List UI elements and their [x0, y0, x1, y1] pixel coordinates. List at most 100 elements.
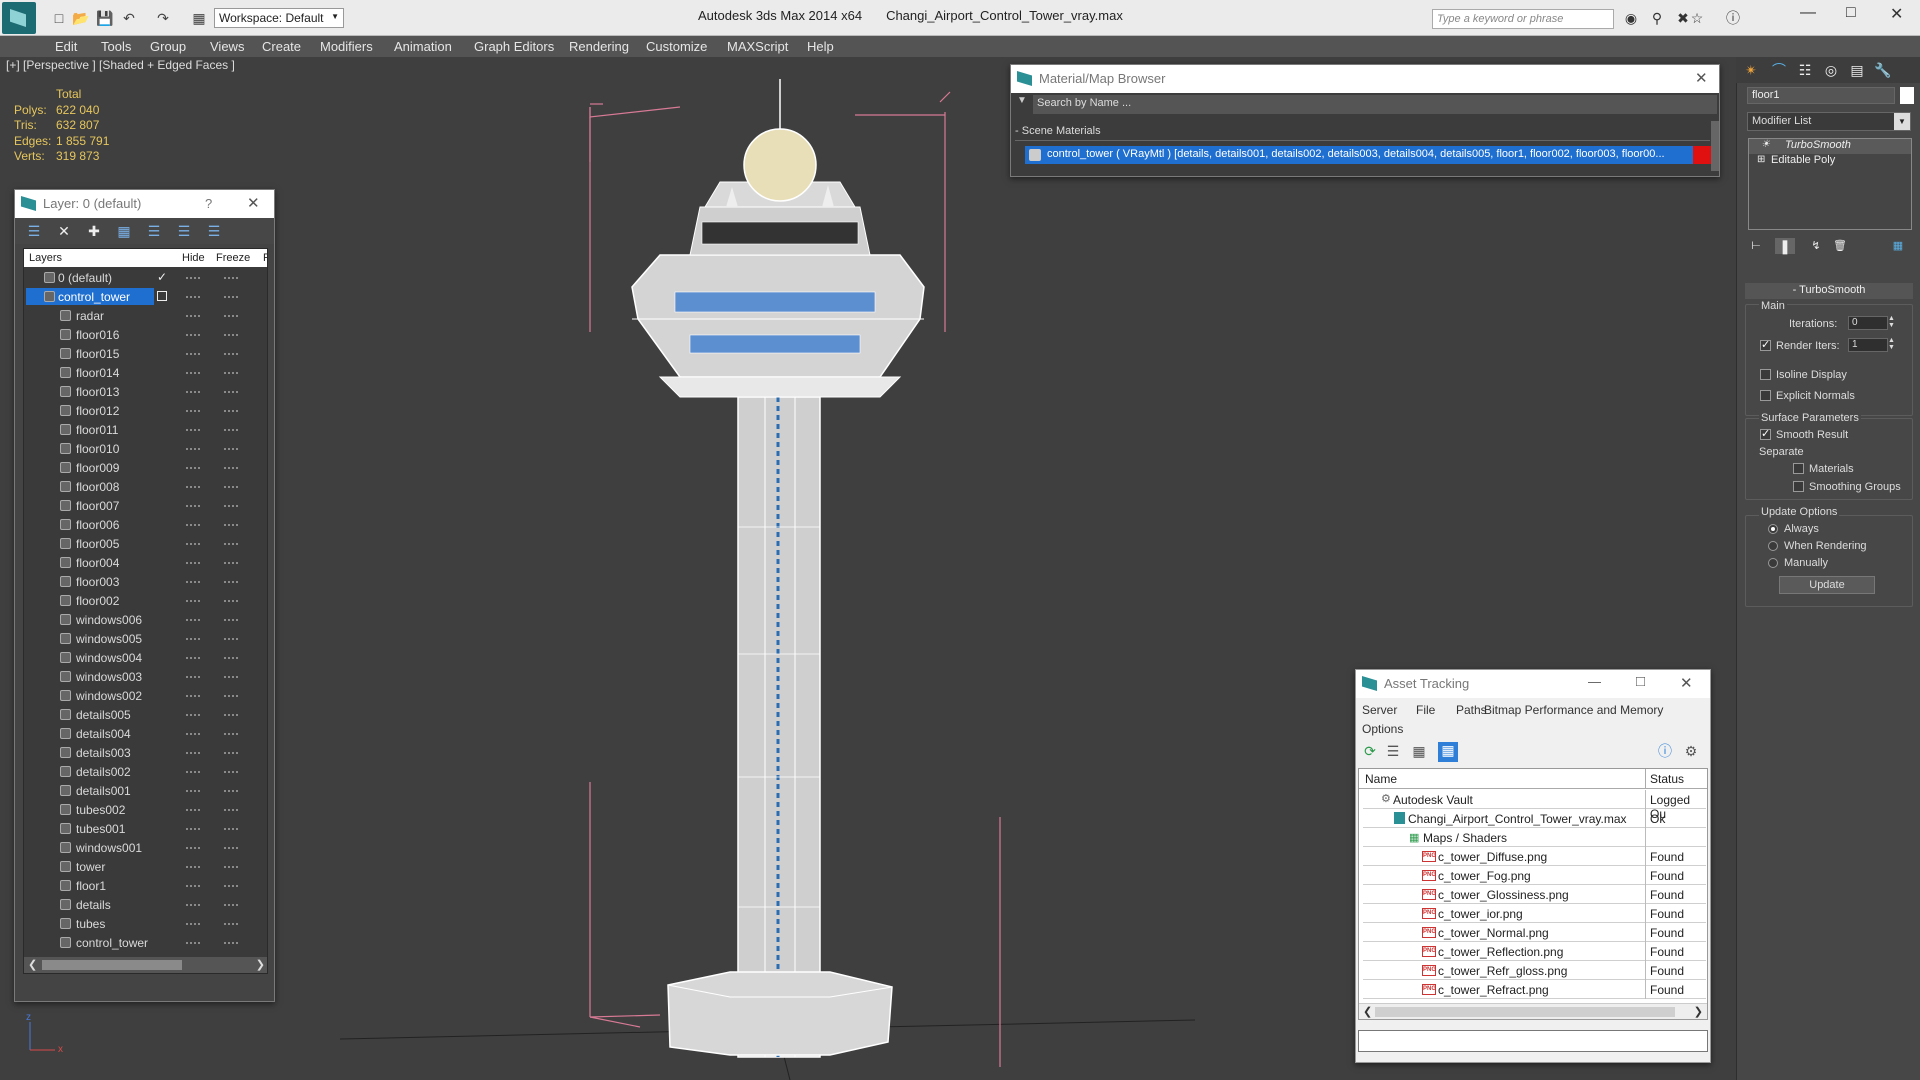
layer-object-row[interactable]: floor1 — [24, 876, 267, 895]
asset-row[interactable]: PNG c_tower_Reflection.png Found — [1363, 942, 1706, 961]
freeze-toggle[interactable] — [224, 467, 238, 469]
maximize-icon[interactable]: □ — [1636, 673, 1645, 690]
scroll-left-icon[interactable]: ❮ — [1363, 1005, 1372, 1018]
layer-object-row[interactable]: floor007 — [24, 496, 267, 515]
freeze-toggle[interactable] — [224, 847, 238, 849]
col-hide[interactable]: Hide — [182, 252, 205, 264]
hide-toggle[interactable] — [186, 334, 200, 336]
hide-toggle[interactable] — [186, 790, 200, 792]
show-end-result-icon[interactable]: ❚ — [1775, 238, 1795, 254]
layer-object-row[interactable]: windows002 — [24, 686, 267, 705]
open-file-icon[interactable]: 📂 — [72, 10, 90, 26]
layer-object-row[interactable]: details — [24, 895, 267, 914]
help-button[interactable]: ? — [205, 196, 212, 211]
scroll-right-icon[interactable]: ❯ — [1694, 1005, 1703, 1018]
material-browser-panel[interactable]: Material/Map Browser ✕ ▼ Search by Name … — [1010, 64, 1720, 177]
freeze-toggle[interactable] — [224, 410, 238, 412]
vertical-scrollbar[interactable] — [1711, 121, 1719, 171]
hide-toggle[interactable] — [186, 904, 200, 906]
layer-panel-header[interactable]: Layer: 0 (default) ? ✕ — [15, 190, 274, 218]
binoculars-icon[interactable]: ◉ — [1622, 10, 1640, 26]
hide-toggle[interactable] — [186, 695, 200, 697]
asset-row[interactable]: PNG c_tower_Diffuse.png Found — [1363, 847, 1706, 866]
new-layer-icon[interactable]: ☰ — [25, 223, 43, 239]
freeze-toggle[interactable] — [224, 315, 238, 317]
layer-object-row[interactable]: tubes002 — [24, 800, 267, 819]
hide-toggle[interactable] — [186, 372, 200, 374]
when-rendering-radio[interactable] — [1768, 541, 1778, 551]
hide-toggle[interactable] — [186, 657, 200, 659]
asset-row[interactable]: PNG c_tower_Refr_gloss.png Found — [1363, 961, 1706, 980]
freeze-toggle[interactable] — [224, 942, 238, 944]
materials-checkbox[interactable] — [1793, 463, 1804, 474]
freeze-toggle[interactable] — [224, 372, 238, 374]
scene-materials-header[interactable]: - Scene Materials — [1015, 125, 1710, 141]
iterations-spinner[interactable]: 0 — [1848, 316, 1888, 330]
freeze-toggle[interactable] — [224, 923, 238, 925]
hide-all-icon[interactable]: ☰ — [175, 223, 193, 239]
tree-view-icon[interactable]: ▦ — [1410, 743, 1428, 759]
col-status[interactable]: Status — [1650, 772, 1684, 786]
asset-menu-item[interactable]: File — [1416, 703, 1435, 717]
add-to-layer-icon[interactable]: ✚ — [85, 223, 103, 239]
manually-radio[interactable] — [1768, 558, 1778, 568]
layer-object-row[interactable]: floor014 — [24, 363, 267, 382]
asset-row[interactable]: ⚙ Autodesk Vault Logged Ou — [1363, 790, 1706, 821]
motion-tab-icon[interactable]: ◎ — [1822, 62, 1840, 78]
asset-row[interactable]: PNG c_tower_Fog.png Found — [1363, 866, 1706, 885]
layer-object-row[interactable]: floor004 — [24, 553, 267, 572]
pin-stack-icon[interactable]: ⊢ — [1747, 238, 1765, 254]
asset-row[interactable]: PNG c_tower_Glossiness.png Found — [1363, 885, 1706, 904]
hide-toggle[interactable] — [186, 828, 200, 830]
layer-object-row[interactable]: windows003 — [24, 667, 267, 686]
hide-toggle[interactable] — [186, 486, 200, 488]
layer-object-row[interactable]: tubes — [24, 914, 267, 933]
hide-toggle[interactable] — [186, 771, 200, 773]
favorites-icon[interactable]: ☆ — [1688, 10, 1706, 26]
hierarchy-tab-icon[interactable]: ☷ — [1796, 62, 1814, 78]
horizontal-scrollbar[interactable]: ❮ ❯ — [24, 957, 267, 973]
freeze-toggle[interactable] — [224, 790, 238, 792]
help-icon[interactable]: ⓘ — [1656, 743, 1674, 759]
hide-toggle[interactable] — [186, 752, 200, 754]
lightbulb-icon[interactable]: ☀ — [1761, 139, 1770, 150]
freeze-toggle[interactable] — [224, 429, 238, 431]
help-icon[interactable]: ⓘ — [1724, 10, 1742, 26]
layer-object-row[interactable]: floor015 — [24, 344, 267, 363]
layer-object-row[interactable]: floor011 — [24, 420, 267, 439]
key-icon[interactable]: ⚲ — [1648, 10, 1666, 26]
freeze-toggle[interactable] — [224, 600, 238, 602]
menu-item[interactable]: Rendering — [569, 39, 629, 54]
project-folder-icon[interactable]: ▦ — [190, 10, 208, 26]
explicit-normals-checkbox[interactable] — [1760, 390, 1771, 401]
freeze-toggle[interactable] — [224, 638, 238, 640]
col-name[interactable]: Name — [1365, 772, 1397, 786]
menu-item[interactable]: Create — [262, 39, 301, 54]
make-unique-icon[interactable]: ↯ — [1807, 238, 1825, 254]
freeze-toggle[interactable] — [224, 391, 238, 393]
configure-sets-icon[interactable]: ▦ — [1889, 238, 1907, 254]
active-layer-icon[interactable] — [157, 291, 167, 301]
save-icon[interactable]: 💾 — [96, 10, 114, 26]
freeze-toggle[interactable] — [224, 695, 238, 697]
freeze-toggle[interactable] — [224, 353, 238, 355]
layer-manager-panel[interactable]: Layer: 0 (default) ? ✕ ☰ ✕ ✚ ▦ ☰ ☰ ☰ Lay… — [14, 189, 275, 1002]
table-view-icon[interactable]: ▦ — [1438, 742, 1458, 762]
hide-toggle[interactable] — [186, 524, 200, 526]
freeze-toggle[interactable] — [224, 866, 238, 868]
vault-settings-icon[interactable]: ⚙ — [1682, 743, 1700, 759]
layer-object-row[interactable]: floor016 — [24, 325, 267, 344]
minimize-icon[interactable]: — — [1588, 674, 1601, 689]
new-file-icon[interactable]: □ — [50, 10, 68, 26]
hide-toggle[interactable] — [186, 638, 200, 640]
layer-object-row[interactable]: radar — [24, 306, 267, 325]
asset-menu-item[interactable]: Bitmap Performance and Memory — [1484, 703, 1663, 717]
hide-toggle[interactable] — [186, 315, 200, 317]
hide-toggle[interactable] — [186, 429, 200, 431]
refresh-icon[interactable]: ⟳ — [1361, 743, 1379, 759]
minimize-icon[interactable]: — — [1800, 4, 1816, 22]
spinner-arrows-icon[interactable]: ▲ ▼ — [1888, 337, 1895, 351]
layer-object-row[interactable]: floor009 — [24, 458, 267, 477]
scrollbar-thumb[interactable] — [42, 960, 182, 970]
freeze-toggle[interactable] — [224, 771, 238, 773]
